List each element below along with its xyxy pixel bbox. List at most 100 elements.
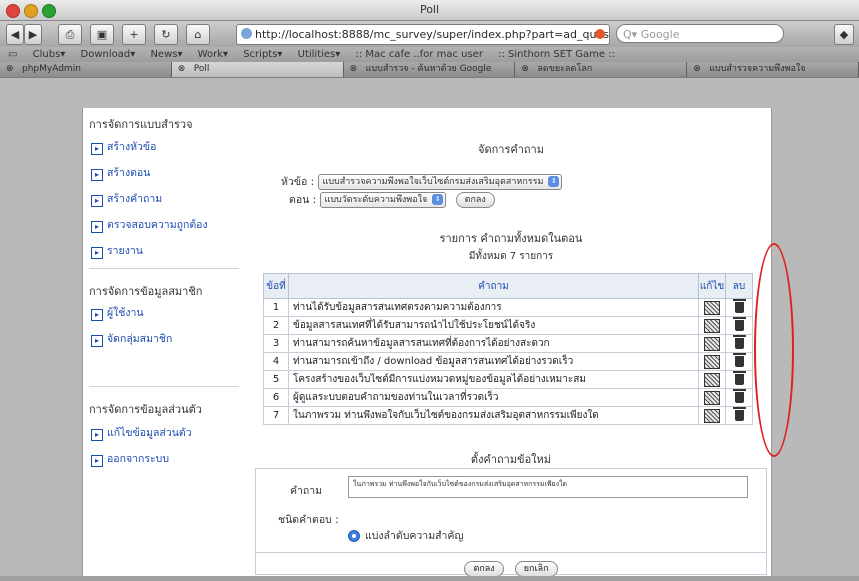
bookmark-item[interactable]: Clubs▾ bbox=[33, 49, 66, 60]
edit-icon[interactable] bbox=[704, 336, 720, 351]
close-tab-icon[interactable]: ⊗ bbox=[693, 62, 701, 77]
sidebar-item-users[interactable]: ▸ ผู้ใช้งาน bbox=[91, 304, 144, 321]
close-tab-icon[interactable]: ⊗ bbox=[521, 62, 529, 77]
screenshot-icon[interactable]: ▣ bbox=[90, 24, 114, 45]
edit-icon[interactable] bbox=[704, 318, 720, 333]
trash-icon[interactable] bbox=[732, 406, 746, 421]
browser-toolbar: ◀ ▶ ⎙ ▣ + ↻ ⌂ http://localhost:8888/mc_s… bbox=[0, 21, 859, 47]
table-row: 2 ข้อมูลสารสนเทศที่ได้รับสามารถนำไปใช้ปร… bbox=[263, 316, 753, 335]
row-question: โครงสร้างของเว็บไซต์มีการแบ่งหมวดหมู่ของ… bbox=[288, 370, 699, 389]
close-tab-icon[interactable]: ⊗ bbox=[6, 62, 14, 77]
trash-icon[interactable] bbox=[732, 298, 746, 313]
sidebar-item-logout[interactable]: ▸ ออกจากระบบ bbox=[91, 450, 169, 467]
submit-button[interactable]: ตกลง bbox=[464, 560, 504, 577]
tab-third[interactable]: ⊗ ลดขยะลดโลก bbox=[515, 62, 688, 77]
topic-select-value: แบบสำรวจความพึงพอใจเว็บไซต์กรมส่งเสริมอุ… bbox=[322, 177, 544, 187]
sidebar-item-create-question[interactable]: ▸ สร้างคำถาม bbox=[91, 190, 162, 207]
main-panel: จัดการคำถาม หัวข้อ : แบบสำรวจความพึงพอใจ… bbox=[251, 108, 794, 577]
home-icon[interactable]: ⌂ bbox=[186, 24, 210, 45]
table-row: 6 ผู้ดูแลระบบตอบคำถามของท่านในเวลาที่รวด… bbox=[263, 388, 753, 407]
back-icon[interactable]: ◀ bbox=[6, 24, 24, 45]
radio-selected-icon[interactable] bbox=[348, 530, 360, 542]
add-bookmark-icon[interactable]: + bbox=[122, 24, 146, 45]
table-row: 1 ท่านได้รับข้อมูลสารสนเทศตรงตามความต้อง… bbox=[263, 298, 753, 317]
arrow-box-icon: ▸ bbox=[91, 221, 103, 233]
trash-icon[interactable] bbox=[732, 316, 746, 331]
sidebar-item-report[interactable]: ▸ รายงาน bbox=[91, 242, 143, 259]
bookmarks-icon[interactable]: ▭ bbox=[8, 49, 17, 60]
sidebar-divider bbox=[89, 386, 239, 387]
sidebar-item-label: จัดกลุ่มสมาชิก bbox=[107, 333, 173, 345]
answer-type-option[interactable]: แบ่งลำดับความสำคัญ bbox=[348, 527, 463, 544]
bookmark-item[interactable]: Download▾ bbox=[81, 49, 136, 60]
trash-icon[interactable] bbox=[732, 388, 746, 403]
trash-icon[interactable] bbox=[732, 334, 746, 349]
search-icon: Q▾ bbox=[623, 28, 641, 41]
bookmark-item[interactable]: :: Mac cafe ..for mac user bbox=[355, 49, 482, 60]
sidebar-item-label: ตรวจสอบความถูกต้อง bbox=[107, 219, 208, 231]
new-question-form: คำถาม ในภาพรวม ท่านพึงพอใจกับเว็บไซต์ของ… bbox=[255, 468, 767, 577]
cancel-button[interactable]: ยกเลิก bbox=[514, 560, 558, 577]
tab-phpmyadmin[interactable]: ⊗ phpMyAdmin bbox=[0, 62, 172, 77]
arrow-box-icon: ▸ bbox=[91, 455, 103, 467]
edit-icon[interactable] bbox=[704, 372, 720, 387]
window-titlebar: Poll bbox=[0, 0, 859, 21]
tab-survey[interactable]: ⊗ แบบสำรวจความพึงพอใจ bbox=[687, 62, 859, 77]
sidebar-item-label: ผู้ใช้งาน bbox=[107, 307, 144, 319]
print-icon[interactable]: ⎙ bbox=[58, 24, 82, 45]
edit-icon[interactable] bbox=[704, 300, 720, 315]
stop-icon[interactable] bbox=[595, 29, 605, 39]
edit-icon[interactable] bbox=[704, 354, 720, 369]
trash-icon[interactable] bbox=[732, 352, 746, 367]
edit-icon[interactable] bbox=[704, 408, 720, 423]
search-placeholder: Google bbox=[640, 28, 680, 41]
search-input[interactable]: Q▾ Google bbox=[616, 24, 784, 43]
forward-icon[interactable]: ▶ bbox=[24, 24, 42, 45]
topic-row: หัวข้อ : แบบสำรวจความพึงพอใจเว็บไซต์กรมส… bbox=[281, 173, 563, 190]
row-question: ในภาพรวม ท่านพึงพอใจกับเว็บไซต์ของกรมส่ง… bbox=[288, 406, 699, 425]
edit-icon[interactable] bbox=[704, 390, 720, 405]
sidebar-item-create-part[interactable]: ▸ สร้างตอน bbox=[91, 164, 150, 181]
trash-icon[interactable] bbox=[732, 370, 746, 385]
col-header-question: คำถาม bbox=[288, 273, 699, 299]
part-select[interactable]: แบบวัดระดับความพึงพอใจ ⇕ bbox=[319, 192, 447, 208]
row-num: 7 bbox=[263, 406, 289, 425]
sidebar-item-edit-profile[interactable]: ▸ แก้ไขข้อมูลส่วนตัว bbox=[91, 424, 192, 441]
sidebar-divider bbox=[89, 268, 239, 269]
ok-button[interactable]: ตกลง bbox=[455, 192, 495, 208]
sidebar: การจัดการแบบสำรวจ ▸ สร้างหัวข้อ ▸ สร้างตอน… bbox=[83, 108, 249, 576]
row-num: 3 bbox=[263, 334, 289, 353]
table-header-row: ข้อที่ คำถาม แก้ไข ลบ bbox=[263, 273, 753, 299]
sidebar-item-create-topic[interactable]: ▸ สร้างหัวข้อ bbox=[91, 138, 156, 155]
col-header-delete: ลบ bbox=[725, 273, 753, 299]
bookmark-item[interactable]: Work▾ bbox=[198, 49, 228, 60]
bookmark-item[interactable]: Utilities▾ bbox=[298, 49, 341, 60]
bookmark-item[interactable]: News▾ bbox=[150, 49, 182, 60]
close-tab-icon[interactable]: ⊗ bbox=[350, 62, 358, 77]
topic-select[interactable]: แบบสำรวจความพึงพอใจเว็บไซต์กรมส่งเสริมอุ… bbox=[317, 174, 563, 190]
tab-google-search[interactable]: ⊗ แบบสำรวจ - ค้นหาด้วย Google bbox=[343, 62, 516, 77]
question-textarea[interactable]: ในภาพรวม ท่านพึงพอใจกับเว็บไซต์ของกรมส่ง… bbox=[348, 476, 748, 498]
row-question: ผู้ดูแลระบบตอบคำถามของท่านในเวลาที่รวดเร… bbox=[288, 388, 699, 407]
sidebar-item-validate[interactable]: ▸ ตรวจสอบความถูกต้อง bbox=[91, 216, 208, 233]
highlight-annotation bbox=[754, 243, 794, 457]
bookmark-item[interactable]: Scripts▾ bbox=[243, 49, 282, 60]
close-tab-icon[interactable]: ⊗ bbox=[178, 62, 186, 77]
bookmarks-bar: ▭ Clubs▾ Download▾ News▾ Work▾ Scripts▾ … bbox=[0, 47, 859, 62]
col-header-num: ข้อที่ bbox=[263, 273, 289, 299]
bookmark-item[interactable]: :: Sinthorn SET Game :: bbox=[498, 49, 615, 60]
sidebar-section-personal: การจัดการข้อมูลส่วนตัว bbox=[89, 403, 202, 416]
list-title: รายการ คำถามทั้งหมดในตอน bbox=[439, 232, 583, 245]
tab-poll[interactable]: ⊗ Poll bbox=[171, 62, 344, 77]
tab-bar: ⊗ phpMyAdmin ⊗ Poll ⊗ แบบสำรวจ - ค้นหาด้วย … bbox=[0, 62, 859, 78]
table-row: 7 ในภาพรวม ท่านพึงพอใจกับเว็บไซต์ของกรมส… bbox=[263, 406, 753, 425]
sidebar-section-members: การจัดการข้อมูลสมาชิก bbox=[89, 285, 203, 298]
form-divider bbox=[256, 552, 766, 553]
sidebar-item-member-groups[interactable]: ▸ จัดกลุ่มสมาชิก bbox=[91, 330, 172, 347]
row-num: 1 bbox=[263, 298, 289, 317]
new-question-title: ตั้งคำถามข้อใหม่ bbox=[470, 453, 552, 466]
chevron-updown-icon: ⇕ bbox=[432, 194, 444, 205]
menu-icon[interactable]: ◆ bbox=[834, 24, 854, 45]
url-bar[interactable]: http://localhost:8888/mc_survey/super/in… bbox=[236, 24, 610, 45]
reload-icon[interactable]: ↻ bbox=[154, 24, 178, 45]
